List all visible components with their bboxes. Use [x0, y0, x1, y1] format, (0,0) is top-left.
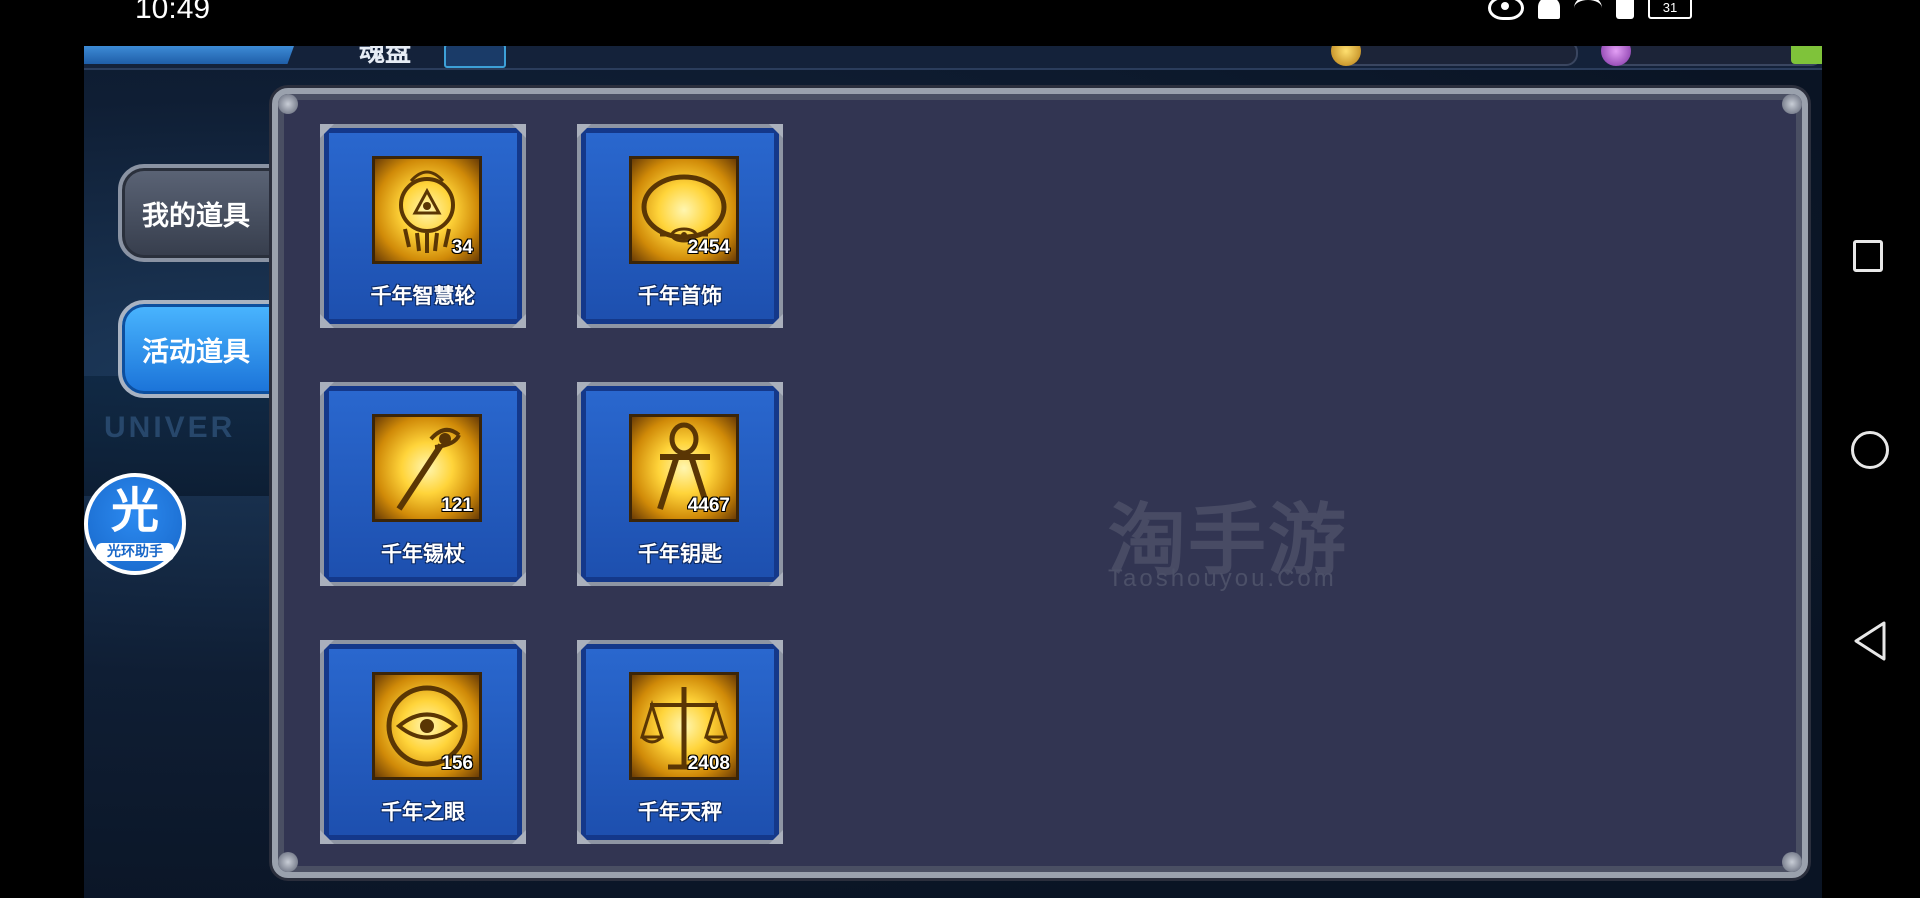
back-icon[interactable]: [1852, 620, 1888, 662]
card-corner: [769, 382, 783, 396]
millennium-rod-icon: 121: [372, 414, 482, 522]
item-count: 2408: [687, 753, 730, 774]
sim-icon: [1616, 0, 1634, 19]
item-card[interactable]: 34 千年智慧轮: [320, 124, 526, 328]
card-corner: [320, 572, 334, 586]
card-corner: [577, 830, 591, 844]
item-count: 4467: [687, 495, 730, 516]
back-tab[interactable]: [84, 46, 294, 64]
millennium-scale-icon: 2408: [629, 672, 739, 780]
card-corner: [769, 640, 783, 654]
millennium-ring-icon: 34: [372, 156, 482, 264]
card-corner: [512, 640, 526, 654]
card-corner: [769, 830, 783, 844]
item-name: 千年智慧轮: [370, 284, 476, 308]
item-name: 千年天秤: [638, 800, 722, 824]
item-count: 156: [441, 753, 473, 774]
top-bar: 魂盘: [84, 46, 1822, 70]
millennium-eye-icon: 156: [372, 672, 482, 780]
panel-bolt: [1782, 852, 1802, 872]
battery-icon: 31: [1648, 0, 1692, 19]
item-name: 千年之眼: [381, 800, 465, 824]
card-corner: [577, 124, 591, 138]
status-clock: 10:49: [135, 0, 211, 25]
card-corner: [512, 572, 526, 586]
card-corner: [320, 124, 334, 138]
item-card[interactable]: 4467 千年钥匙: [577, 382, 783, 586]
item-count: 34: [451, 237, 473, 258]
halo-assistant-icon: 光: [110, 483, 159, 539]
gem-resource[interactable]: [1601, 46, 1822, 66]
eye-icon: [1488, 0, 1524, 20]
millennium-necklace-icon: 2454: [629, 156, 739, 264]
card-corner: [769, 314, 783, 328]
watermark-url: Taoshouyou.Com: [1108, 565, 1337, 592]
card-corner: [512, 382, 526, 396]
card-corner: [769, 124, 783, 138]
item-card[interactable]: 156 千年之眼: [320, 640, 526, 844]
halo-assistant-label: 光环助手: [96, 543, 174, 561]
card-corner: [577, 572, 591, 586]
panel-bolt: [278, 94, 298, 114]
panel-bolt: [278, 852, 298, 872]
item-name: 千年锡杖: [381, 542, 465, 566]
status-bar: 10:49 31: [0, 0, 1822, 46]
card-corner: [320, 314, 334, 328]
card-corner: [320, 640, 334, 654]
card-corner: [577, 640, 591, 654]
item-card[interactable]: 121 千年锡杖: [320, 382, 526, 586]
item-count: 2454: [687, 237, 730, 258]
item-card[interactable]: 2408 千年天秤: [577, 640, 783, 844]
page-title: 魂盘: [359, 46, 412, 68]
halo-assistant-button[interactable]: 光 光环助手: [84, 473, 186, 575]
card-corner: [512, 124, 526, 138]
system-icons: 31: [1488, 0, 1692, 20]
item-name: 千年首饰: [638, 284, 722, 308]
wifi-icon: [1574, 0, 1602, 20]
card-corner: [512, 830, 526, 844]
recent-apps-icon[interactable]: [1853, 240, 1883, 272]
item-card[interactable]: 2454 千年首饰: [577, 124, 783, 328]
card-corner: [320, 382, 334, 396]
card-corner: [577, 314, 591, 328]
millennium-key-icon: 4467: [629, 414, 739, 522]
item-count: 121: [441, 495, 473, 516]
gold-resource[interactable]: [1331, 46, 1578, 66]
card-corner: [577, 382, 591, 396]
card-corner: [769, 572, 783, 586]
card-corner: [512, 314, 526, 328]
title-badge: [444, 46, 506, 68]
card-corner: [320, 830, 334, 844]
home-icon[interactable]: [1851, 431, 1889, 469]
background-sign: UNIVER: [104, 411, 236, 444]
panel-bolt: [1782, 94, 1802, 114]
bell-off-icon: [1538, 0, 1560, 19]
item-name: 千年钥匙: [638, 542, 722, 566]
